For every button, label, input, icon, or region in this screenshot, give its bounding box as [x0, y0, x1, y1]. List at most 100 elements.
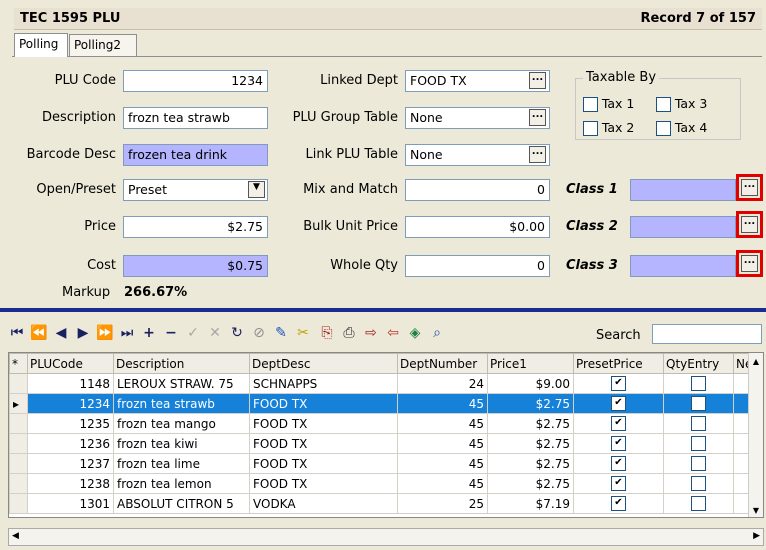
cell-price1[interactable]: $2.75: [487, 473, 574, 494]
horizontal-scrollbar[interactable]: ◀ ▶: [8, 528, 764, 546]
cell-description[interactable]: frozn tea mango: [113, 413, 250, 434]
chevron-down-icon[interactable]: ▼: [248, 181, 265, 198]
table-row[interactable]: ▸ 1234 frozn tea strawb FOOD TX 45 $2.75 ✔: [9, 393, 756, 414]
barcode-desc-field[interactable]: frozen tea drink: [123, 144, 268, 166]
table-row[interactable]: 1235 frozn tea mango FOOD TX 45 $2.75 ✔: [9, 413, 756, 434]
class1-ellipsis-button[interactable]: ...: [741, 179, 758, 196]
next-page-icon[interactable]: ⏩: [96, 325, 114, 341]
prior-record-icon[interactable]: ◀: [52, 325, 70, 341]
cell-qtyentry[interactable]: [663, 413, 734, 434]
cell-price1[interactable]: $7.19: [487, 493, 574, 514]
checkbox-checked-icon[interactable]: ✔: [611, 456, 626, 471]
cell-presetprice[interactable]: ✔: [573, 453, 664, 474]
tax3-checkbox[interactable]: Tax 3: [656, 96, 707, 112]
cell-deptnumber[interactable]: 45: [397, 473, 488, 494]
cell-price1[interactable]: $2.75: [487, 453, 574, 474]
tax4-checkbox[interactable]: Tax 4: [656, 120, 707, 136]
cell-deptnumber[interactable]: 25: [397, 493, 488, 514]
cell-plucode[interactable]: 1237: [27, 453, 114, 474]
cell-description[interactable]: frozn tea strawb: [113, 393, 250, 414]
cell-deptnumber[interactable]: 45: [397, 433, 488, 454]
copy-icon[interactable]: ⎘: [318, 325, 336, 341]
cell-deptdesc[interactable]: FOOD TX: [249, 453, 398, 474]
first-record-icon[interactable]: ⏮: [8, 325, 26, 341]
price-field[interactable]: $2.75: [123, 216, 268, 238]
scroll-down-icon[interactable]: ▼: [749, 506, 763, 515]
scroll-right-icon[interactable]: ▶: [753, 531, 760, 541]
mix-match-field[interactable]: 0: [405, 179, 550, 201]
search-input[interactable]: [652, 324, 762, 344]
cost-field[interactable]: $0.75: [123, 255, 268, 277]
cell-price1[interactable]: $2.75: [487, 393, 574, 414]
last-record-icon[interactable]: ⏭: [118, 325, 136, 341]
cell-deptdesc[interactable]: FOOD TX: [249, 433, 398, 454]
cell-presetprice[interactable]: ✔: [573, 393, 664, 414]
prior-page-icon[interactable]: ⏪: [30, 325, 48, 341]
checkbox-icon[interactable]: [691, 396, 706, 411]
checkbox-checked-icon[interactable]: ✔: [611, 376, 626, 391]
plu-group-ellipsis-button[interactable]: ...: [529, 109, 546, 126]
tab-polling[interactable]: Polling: [14, 33, 68, 57]
table-row[interactable]: 1301 ABSOLUT CITRON 5 VODKA 25 $7.19 ✔: [9, 493, 756, 514]
cell-plucode[interactable]: 1235: [27, 413, 114, 434]
cell-qtyentry[interactable]: [663, 393, 734, 414]
next-record-icon[interactable]: ▶: [74, 325, 92, 341]
cell-presetprice[interactable]: ✔: [573, 473, 664, 494]
checkbox-icon[interactable]: [691, 436, 706, 451]
cell-deptnumber[interactable]: 24: [397, 373, 488, 394]
cell-plucode[interactable]: 1301: [27, 493, 114, 514]
import-icon[interactable]: ⇦: [384, 325, 402, 341]
refresh-icon[interactable]: ↻: [228, 325, 246, 341]
scroll-up-icon[interactable]: ▲: [749, 357, 763, 366]
cell-plucode[interactable]: 1148: [27, 373, 114, 394]
cell-deptnumber[interactable]: 45: [397, 413, 488, 434]
cell-qtyentry[interactable]: [663, 453, 734, 474]
cell-price1[interactable]: $2.75: [487, 413, 574, 434]
gem-icon[interactable]: ◈: [406, 325, 424, 341]
tools-icon[interactable]: ✂: [294, 325, 312, 341]
cell-presetprice[interactable]: ✔: [573, 493, 664, 514]
cell-price1[interactable]: $2.75: [487, 433, 574, 454]
col-header-plucode[interactable]: PLUCode: [27, 353, 114, 374]
checkbox-icon[interactable]: [691, 416, 706, 431]
checkbox-checked-icon[interactable]: ✔: [611, 396, 626, 411]
scroll-left-icon[interactable]: ◀: [12, 531, 19, 541]
link-plu-ellipsis-button[interactable]: ...: [529, 146, 546, 163]
cell-deptdesc[interactable]: FOOD TX: [249, 473, 398, 494]
tax2-checkbox[interactable]: Tax 2: [583, 120, 634, 136]
checkbox-checked-icon[interactable]: ✔: [611, 416, 626, 431]
table-row[interactable]: 1238 frozn tea lemon FOOD TX 45 $2.75 ✔: [9, 473, 756, 494]
search-icon[interactable]: ⌕: [428, 325, 446, 341]
cell-qtyentry[interactable]: [663, 473, 734, 494]
col-header-deptnumber[interactable]: DeptNumber: [397, 353, 488, 374]
open-preset-select[interactable]: Preset: [123, 179, 268, 201]
cell-deptnumber[interactable]: 45: [397, 393, 488, 414]
col-header-description[interactable]: Description: [113, 353, 250, 374]
cell-description[interactable]: LEROUX STRAW. 75: [113, 373, 250, 394]
col-header-qtyentry[interactable]: QtyEntry: [663, 353, 734, 374]
cell-description[interactable]: frozn tea lemon: [113, 473, 250, 494]
checkbox-icon[interactable]: [691, 456, 706, 471]
cell-description[interactable]: ABSOLUT CITRON 5: [113, 493, 250, 514]
class2-ellipsis-button[interactable]: ...: [741, 216, 758, 233]
col-header-deptdesc[interactable]: DeptDesc: [249, 353, 398, 374]
cell-deptdesc[interactable]: FOOD TX: [249, 413, 398, 434]
whole-qty-field[interactable]: 0: [405, 255, 550, 277]
table-row[interactable]: 1237 frozn tea lime FOOD TX 45 $2.75 ✔: [9, 453, 756, 474]
cell-description[interactable]: frozn tea lime: [113, 453, 250, 474]
cell-deptdesc[interactable]: FOOD TX: [249, 393, 398, 414]
checkbox-checked-icon[interactable]: ✔: [611, 476, 626, 491]
cell-qtyentry[interactable]: [663, 493, 734, 514]
post-icon[interactable]: ✓: [184, 325, 202, 341]
cell-plucode[interactable]: 1234: [27, 393, 114, 414]
bulk-unit-price-field[interactable]: $0.00: [405, 216, 550, 238]
checkbox-icon[interactable]: [691, 476, 706, 491]
description-field[interactable]: frozn tea strawb: [123, 107, 268, 129]
delete-icon[interactable]: −: [162, 325, 180, 341]
print-icon[interactable]: ⎙: [340, 325, 358, 341]
filter-icon[interactable]: ⊘: [250, 325, 268, 341]
col-header-price1[interactable]: Price1: [487, 353, 574, 374]
plu-code-field[interactable]: 1234: [123, 70, 268, 92]
cell-plucode[interactable]: 1238: [27, 473, 114, 494]
cell-presetprice[interactable]: ✔: [573, 413, 664, 434]
